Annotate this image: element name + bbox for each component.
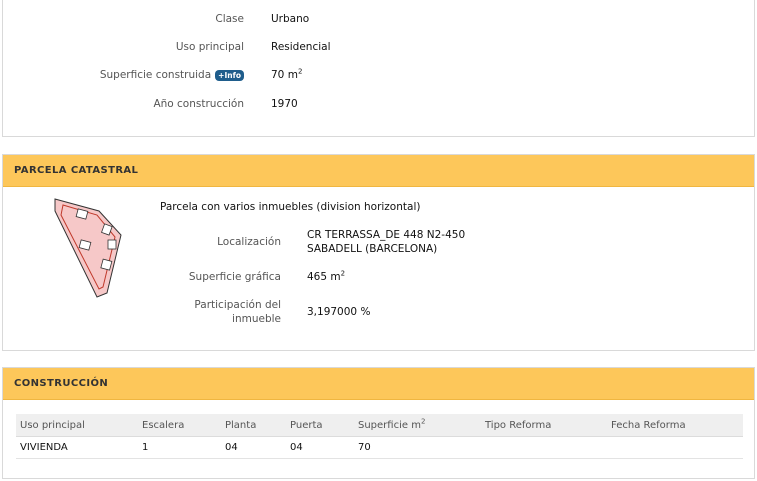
construccion-header: CONSTRUCCIÓN xyxy=(3,368,754,400)
localizacion-value: CR TERRASSA_DE 448 N2-450 SABADELL (BARC… xyxy=(307,228,465,256)
construccion-table: Uso principal Escalera Planta Puerta Sup… xyxy=(16,414,743,459)
cell-fecha-reforma xyxy=(607,436,743,459)
parcela-descripcion: Parcela con varios inmuebles (division h… xyxy=(160,201,421,213)
column-header-puerta: Puerta xyxy=(286,414,354,437)
superficie-grafica-label: Superficie gráfica xyxy=(188,271,281,283)
clase-label: Clase xyxy=(215,13,244,25)
building-block xyxy=(100,258,113,271)
column-header-superficie-exponent: 2 xyxy=(420,417,426,426)
uso-principal-label: Uso principal xyxy=(175,41,244,53)
superficie-construida-label-group: Superficie construida +Info xyxy=(44,69,244,81)
construccion-panel: CONSTRUCCIÓN Uso principal Escalera Plan… xyxy=(2,367,755,479)
participacion-label-line-2: inmueble xyxy=(232,313,281,325)
table-row: VIVIENDA 1 04 04 70 xyxy=(16,436,743,459)
participacion-value: 3,197000 % xyxy=(307,306,371,318)
column-header-superficie: Superficie m2 xyxy=(354,414,481,437)
cell-puerta: 04 xyxy=(286,436,354,459)
column-header-superficie-text: Superficie m xyxy=(358,419,421,431)
localizacion-line-1: CR TERRASSA_DE 448 N2-450 xyxy=(307,229,466,241)
cell-uso: VIVIENDA xyxy=(16,436,138,459)
superficie-construida-label: Superficie construida xyxy=(99,69,212,81)
column-header-tipo-reforma: Tipo Reforma xyxy=(481,414,607,437)
cell-tipo-reforma xyxy=(481,436,607,459)
parcela-catastral-header: PARCELA CATASTRAL xyxy=(3,155,754,187)
superficie-grafica-value: 465 m2 xyxy=(307,270,345,284)
localizacion-label: Localización xyxy=(217,236,281,248)
column-header-escalera: Escalera xyxy=(138,414,221,437)
column-header-uso: Uso principal xyxy=(16,414,138,437)
anio-construccion-label: Año construcción xyxy=(153,98,244,110)
anio-construccion-value: 1970 xyxy=(271,98,298,110)
cell-superficie: 70 xyxy=(354,436,481,459)
column-header-planta: Planta xyxy=(221,414,286,437)
column-header-fecha-reforma: Fecha Reforma xyxy=(607,414,743,437)
superficie-unit-exponent: 2 xyxy=(297,67,303,76)
superficie-construida-number: 70 m xyxy=(271,69,298,81)
inmueble-panel: Clase Urbano Uso principal Residencial S… xyxy=(2,0,755,137)
participacion-label-line-1: Participación del xyxy=(194,299,281,311)
parcela-catastral-panel: PARCELA CATASTRAL Parcela con varios inm… xyxy=(2,154,755,351)
clase-value: Urbano xyxy=(271,13,310,25)
info-button[interactable]: +Info xyxy=(215,69,244,81)
superficie-grafica-exponent: 2 xyxy=(340,269,346,278)
superficie-construida-value: 70 m2 xyxy=(271,67,303,81)
uso-principal-value: Residencial xyxy=(271,41,331,53)
table-header-row: Uso principal Escalera Planta Puerta Sup… xyxy=(16,414,743,437)
localizacion-line-2: SABADELL (BARCELONA) xyxy=(307,243,438,255)
cell-escalera: 1 xyxy=(138,436,221,459)
superficie-grafica-number: 465 m xyxy=(307,271,341,283)
participacion-label: Participación del inmueble xyxy=(81,298,281,326)
cell-planta: 04 xyxy=(221,436,286,459)
